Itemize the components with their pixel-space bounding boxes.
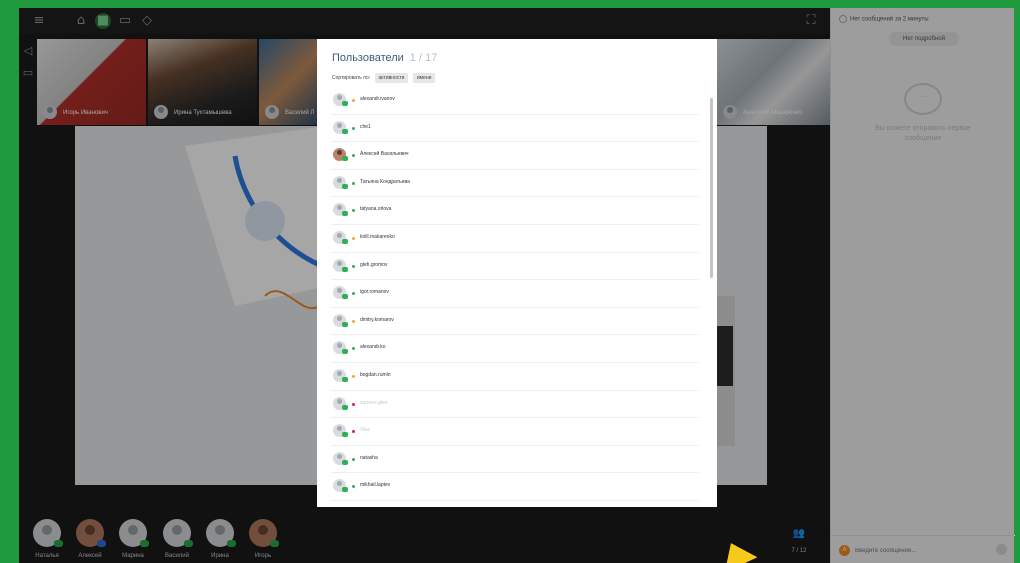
status-dot [352, 347, 355, 351]
status-dot [352, 430, 355, 434]
user-name: Алексей Васильевич [360, 151, 409, 158]
status-dot [352, 319, 355, 323]
mic-icon [342, 183, 348, 189]
mic-icon [342, 211, 348, 217]
users-modal: Пользователи 1 / 17 Сортировать по: актив… [317, 39, 717, 507]
modal-title: Пользователи 1 / 17 [332, 52, 437, 64]
status-dot [352, 236, 355, 240]
status-dot [352, 457, 355, 461]
status-dot [352, 485, 355, 489]
list-item[interactable]: Алексей Васильевич [331, 142, 699, 170]
mic-icon [342, 404, 348, 410]
user-name: alexandr.ko [360, 344, 386, 351]
user-name: kirill.makarenko [360, 233, 395, 240]
status-dot [352, 154, 355, 158]
list-item[interactable]: alexandr.ko [331, 335, 699, 363]
list-item[interactable]: mikhail.laptev [331, 473, 699, 501]
user-name: tatyana.orlova [360, 206, 392, 213]
status-dot [352, 374, 355, 378]
mic-icon [342, 156, 348, 162]
user-name: natasha [360, 454, 378, 461]
mic-icon [342, 349, 348, 355]
status-dot [352, 181, 355, 185]
status-dot [352, 264, 355, 268]
user-name: bogdan.rumin [360, 371, 391, 378]
list-item[interactable]: gleb.gromov [331, 253, 699, 281]
sort-bar: Сортировать по: активности имени [332, 73, 436, 83]
status-dot [352, 292, 355, 296]
list-item[interactable]: Vika [331, 418, 699, 446]
list-item[interactable]: bogdan.rumin [331, 363, 699, 391]
list-item[interactable]: natasha [331, 446, 699, 474]
mic-icon [342, 266, 348, 272]
sort-by-name-button[interactable]: имени [412, 73, 436, 83]
user-name: Vika [360, 427, 370, 434]
mic-icon [342, 376, 348, 382]
status-dot [352, 126, 355, 130]
user-name: dmitry.komarov [360, 316, 394, 323]
list-item[interactable]: kirill.makarenko [331, 225, 699, 253]
user-name: igor.romanov [360, 289, 389, 296]
users-list: alexandr.ivanov che1 Алексей Васильевич Тат… [331, 87, 699, 501]
mic-icon [342, 128, 348, 134]
users-list-scrollbar[interactable] [710, 98, 713, 278]
mic-icon [342, 238, 348, 244]
user-name: gleb.gromov [360, 261, 388, 268]
modal-count: 1 / 17 [409, 52, 438, 64]
list-item[interactable]: igor.romanov [331, 280, 699, 308]
status-dot [352, 402, 355, 406]
user-name: alexandr.ivanov [360, 96, 395, 102]
mic-icon [342, 321, 348, 327]
mic-icon [342, 101, 348, 106]
modal-title-text: Пользователи [332, 52, 404, 64]
user-name: sumere.glen [360, 399, 388, 406]
list-item[interactable]: dmitry.komarov [331, 308, 699, 336]
user-name: mikhail.laptev [360, 482, 391, 489]
mic-icon [342, 432, 348, 438]
list-item[interactable]: alexandr.ivanov [331, 87, 699, 115]
status-dot [352, 99, 355, 102]
sort-label: Сортировать по: [332, 75, 371, 81]
status-dot [352, 209, 355, 213]
user-name: Татьяна Кондратьева [360, 178, 410, 185]
mic-icon [342, 459, 348, 465]
list-item[interactable]: che1 [331, 115, 699, 143]
sort-by-activity-button[interactable]: активности [374, 73, 409, 83]
list-item[interactable]: sumere.glen [331, 391, 699, 419]
list-item[interactable]: tatyana.orlova [331, 197, 699, 225]
list-item[interactable]: Татьяна Кондратьева [331, 170, 699, 198]
mic-icon [342, 487, 348, 493]
user-name: che1 [360, 123, 371, 130]
mic-icon [342, 294, 348, 300]
